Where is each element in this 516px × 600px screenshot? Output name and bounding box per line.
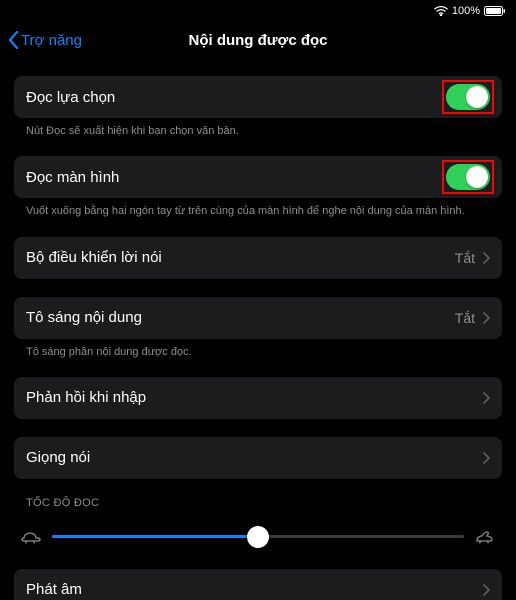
wifi-icon: [434, 6, 448, 16]
speak-selection-toggle[interactable]: [446, 84, 490, 110]
slider-thumb[interactable]: [247, 526, 269, 548]
speak-selection-footer: Nút Đọc sẽ xuất hiện khi bạn chọn văn bả…: [14, 118, 502, 138]
hare-icon: [474, 530, 496, 544]
page-title: Nội dung được đọc: [188, 32, 327, 49]
highlight-content-value: Tắt: [455, 310, 475, 326]
back-label: Trợ năng: [21, 32, 82, 49]
chevron-right-icon: [483, 252, 490, 264]
highlight-box: [442, 160, 494, 194]
status-bar: 100%: [0, 0, 516, 22]
chevron-right-icon: [483, 392, 490, 404]
tortoise-icon: [20, 530, 42, 544]
speak-screen-row: Đọc màn hình: [14, 156, 502, 198]
speak-selection-label: Đọc lựa chọn: [26, 89, 115, 106]
typing-feedback-label: Phản hồi khi nhập: [26, 389, 146, 406]
typing-feedback-row[interactable]: Phản hồi khi nhập: [14, 377, 502, 419]
back-button[interactable]: Trợ năng: [8, 31, 82, 49]
chevron-right-icon: [483, 584, 490, 596]
battery-percentage: 100%: [452, 5, 480, 17]
speak-selection-row: Đọc lựa chọn: [14, 76, 502, 118]
highlight-content-label: Tô sáng nội dung: [26, 309, 142, 326]
speaking-rate-header: TỐC ĐỘ ĐỌC: [14, 479, 502, 515]
speech-controller-label: Bộ điều khiển lời nói: [26, 249, 162, 266]
speech-controller-row[interactable]: Bộ điều khiển lời nói Tắt: [14, 237, 502, 279]
highlight-content-footer: Tô sáng phần nội dung được đọc.: [14, 339, 502, 359]
highlight-content-row[interactable]: Tô sáng nội dung Tắt: [14, 297, 502, 339]
speech-controller-value: Tắt: [455, 250, 475, 266]
pronunciation-label: Phát âm: [26, 581, 82, 598]
speak-screen-toggle[interactable]: [446, 164, 490, 190]
chevron-right-icon: [483, 312, 490, 324]
nav-bar: Trợ năng Nội dung được đọc: [0, 22, 516, 58]
chevron-right-icon: [483, 452, 490, 464]
speaking-rate-row: [14, 515, 502, 559]
speaking-rate-slider[interactable]: [52, 523, 464, 551]
battery-icon: [484, 6, 506, 16]
speak-screen-footer: Vuốt xuống bằng hai ngón tay từ trên cùn…: [14, 198, 502, 218]
pronunciation-row[interactable]: Phát âm: [14, 569, 502, 600]
voices-label: Giọng nói: [26, 449, 90, 466]
highlight-box: [442, 80, 494, 114]
speak-screen-label: Đọc màn hình: [26, 169, 119, 186]
voices-row[interactable]: Giọng nói: [14, 437, 502, 479]
